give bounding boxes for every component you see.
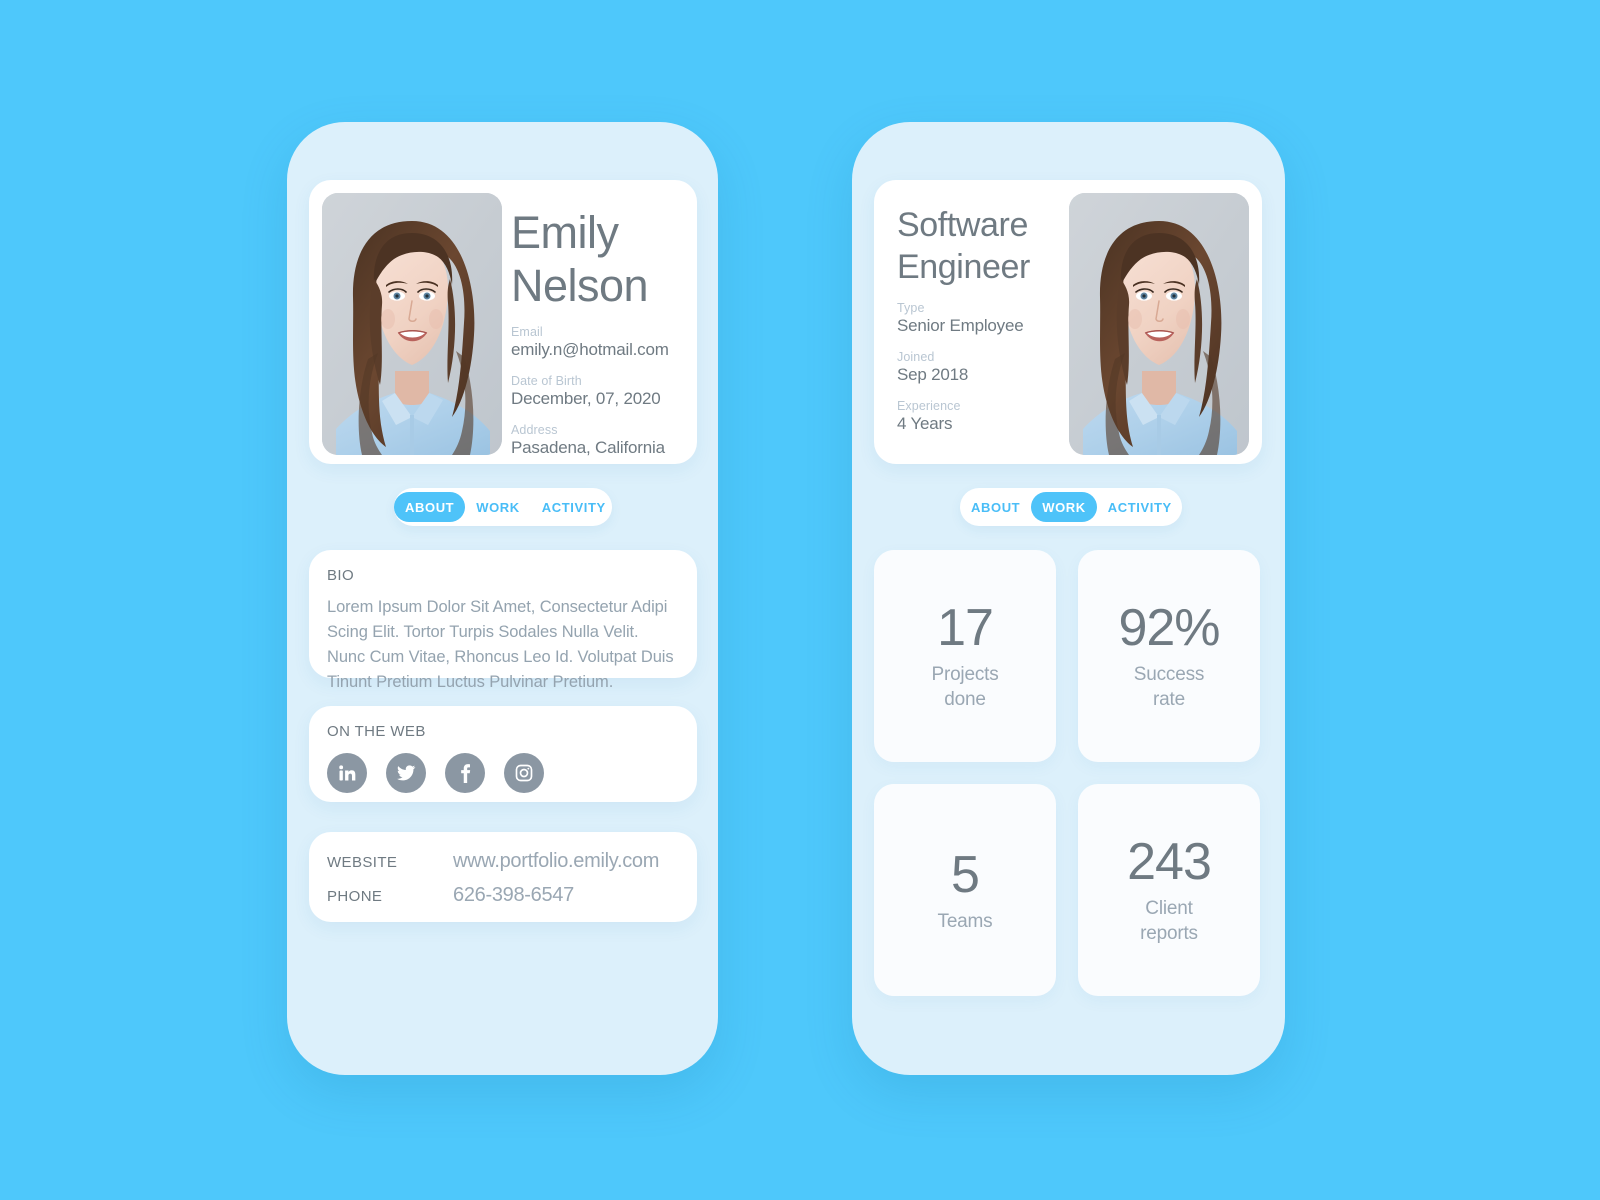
phone-mockup-work: Software Engineer Type Senior Employee J… xyxy=(852,122,1285,1075)
job-header-card: Software Engineer Type Senior Employee J… xyxy=(874,180,1262,464)
job-title-line1: Software xyxy=(897,206,1028,244)
instagram-icon[interactable] xyxy=(504,753,544,793)
stat-card-teams[interactable]: 5 Teams xyxy=(874,784,1056,996)
stat-value: 5 xyxy=(951,845,980,904)
bio-card: BIO Lorem Ipsum Dolor Sit Amet, Consecte… xyxy=(309,550,697,691)
address-label: Address xyxy=(511,423,558,437)
stat-value: 92% xyxy=(1118,599,1220,657)
contact-card: WEBSITE www.portfolio.emily.com PHONE 62… xyxy=(309,832,697,922)
joined-label: Joined xyxy=(897,350,935,364)
stat-card-projects-done[interactable]: 17 Projects done xyxy=(874,550,1056,762)
email-label: Email xyxy=(511,325,543,339)
facebook-icon[interactable] xyxy=(445,753,485,793)
phone-value[interactable]: 626-398-6547 xyxy=(453,884,574,907)
tab-activity[interactable]: ACTIVITY xyxy=(1097,492,1183,522)
dob-value: December, 07, 2020 xyxy=(511,389,661,408)
stat-label: Success rate xyxy=(1133,664,1205,710)
profile-details: Emily Nelson Email emily.n@hotmail.com D… xyxy=(511,206,691,459)
website-row: WEBSITE www.portfolio.emily.com xyxy=(327,850,659,873)
phone-row: PHONE 626-398-6547 xyxy=(327,884,574,907)
phone-label: PHONE xyxy=(327,888,383,905)
dob-label: Date of Birth xyxy=(511,374,582,388)
profile-last-name: Nelson xyxy=(511,260,649,311)
stat-value: 17 xyxy=(937,599,994,657)
website-label: WEBSITE xyxy=(327,854,398,871)
bio-text: Lorem Ipsum Dolor Sit Amet, Consectetur … xyxy=(327,598,674,691)
job-profile-photo xyxy=(1069,193,1249,455)
experience-value: 4 Years xyxy=(897,414,953,433)
tab-about[interactable]: ABOUT xyxy=(960,492,1031,522)
tab-about[interactable]: ABOUT xyxy=(394,492,466,522)
profile-first-name: Emily xyxy=(511,207,619,258)
profile-photo xyxy=(322,193,502,455)
bio-title: BIO xyxy=(327,567,355,584)
design-canvas: Emily Nelson Email emily.n@hotmail.com D… xyxy=(0,0,1600,1200)
job-details: Software Engineer Type Senior Employee J… xyxy=(897,204,1087,435)
profile-header-card: Emily Nelson Email emily.n@hotmail.com D… xyxy=(309,180,697,464)
type-label: Type xyxy=(897,301,925,315)
linkedin-icon[interactable] xyxy=(327,753,367,793)
tab-bar-about-screen: ABOUT WORK ACTIVITY xyxy=(394,488,612,526)
twitter-icon[interactable] xyxy=(386,753,426,793)
stat-card-success-rate[interactable]: 92% Success rate xyxy=(1078,550,1260,762)
tab-activity[interactable]: ACTIVITY xyxy=(531,492,617,522)
email-value: emily.n@hotmail.com xyxy=(511,340,669,359)
phone-mockup-about: Emily Nelson Email emily.n@hotmail.com D… xyxy=(287,122,718,1075)
joined-value: Sep 2018 xyxy=(897,365,969,384)
address-value: Pasadena, California xyxy=(511,438,665,457)
on-the-web-card: ON THE WEB xyxy=(309,706,697,802)
stat-label: Projects done xyxy=(931,664,999,710)
website-value[interactable]: www.portfolio.emily.com xyxy=(453,850,659,873)
tab-bar-work-screen: ABOUT WORK ACTIVITY xyxy=(960,488,1182,526)
tab-work[interactable]: WORK xyxy=(465,492,531,522)
stat-value: 243 xyxy=(1127,833,1212,891)
job-title-line2: Engineer xyxy=(897,248,1030,286)
on-the-web-title: ON THE WEB xyxy=(327,723,426,740)
type-value: Senior Employee xyxy=(897,316,1024,335)
stat-label: Teams xyxy=(937,910,993,932)
stat-label: Client reports xyxy=(1140,898,1198,944)
experience-label: Experience xyxy=(897,399,961,413)
tab-work[interactable]: WORK xyxy=(1031,492,1097,522)
social-icon-row xyxy=(327,753,544,793)
stat-card-client-reports[interactable]: 243 Client reports xyxy=(1078,784,1260,996)
